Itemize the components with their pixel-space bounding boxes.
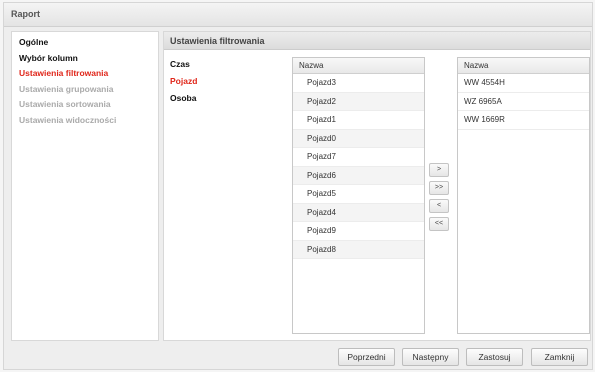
available-items-grid: Nazwa Pojazd3 Pojazd2 Pojazd1 Pojazd0 Po… <box>292 57 425 334</box>
table-row[interactable]: Pojazd8 <box>293 240 424 259</box>
report-dialog: Raport Ogólne Wybór kolumn Ustawienia fi… <box>3 2 593 370</box>
next-button[interactable]: Następny <box>402 348 459 366</box>
nav-item-grouping-settings: Ustawienia grupowania <box>19 83 114 94</box>
move-all-right-button[interactable]: >> <box>429 181 449 195</box>
table-row[interactable]: Pojazd3 <box>293 74 424 93</box>
table-row[interactable]: Pojazd7 <box>293 148 424 167</box>
table-row[interactable]: WW 1669R <box>458 111 589 130</box>
panel-header: Ustawienia filtrowania <box>164 32 590 50</box>
table-row[interactable]: WW 4554H <box>458 74 589 93</box>
apply-button[interactable]: Zastosuj <box>466 348 523 366</box>
dialog-footer: Poprzedni Następny Zastosuj Zamknij <box>4 343 592 370</box>
table-row[interactable]: Pojazd5 <box>293 185 424 204</box>
category-time[interactable]: Czas <box>170 56 280 73</box>
move-right-button[interactable]: > <box>429 163 449 177</box>
table-row[interactable]: Pojazd0 <box>293 129 424 148</box>
table-row[interactable]: Pojazd4 <box>293 203 424 222</box>
nav-item-visibility-settings: Ustawienia widoczności <box>19 114 117 125</box>
filter-settings-panel: Ustawienia filtrowania Czas Pojazd Osoba… <box>163 31 591 341</box>
category-person[interactable]: Osoba <box>170 90 280 107</box>
nav-item-sorting-settings: Ustawienia sortowania <box>19 99 111 109</box>
available-column-header[interactable]: Nazwa <box>293 58 424 74</box>
selected-items-grid: Nazwa WW 4554H WZ 6965A WW 1669R <box>457 57 590 334</box>
close-button[interactable]: Zamknij <box>531 348 588 366</box>
previous-button[interactable]: Poprzedni <box>338 348 395 366</box>
table-row[interactable]: Pojazd1 <box>293 111 424 130</box>
nav-item-general[interactable]: Ogólne <box>12 35 158 51</box>
move-all-left-button[interactable]: << <box>429 217 449 231</box>
dialog-title: Raport <box>4 3 592 27</box>
filter-category-list: Czas Pojazd Osoba <box>170 56 280 107</box>
table-row[interactable]: Pojazd9 <box>293 222 424 241</box>
category-vehicle[interactable]: Pojazd <box>170 73 280 90</box>
sidebar-nav: Ogólne Wybór kolumn Ustawienia filtrowan… <box>11 31 159 341</box>
table-row[interactable]: WZ 6965A <box>458 93 589 111</box>
table-row[interactable]: Pojazd2 <box>293 92 424 111</box>
selected-column-header[interactable]: Nazwa <box>458 58 589 74</box>
nav-item-filter-settings[interactable]: Ustawienia filtrowania <box>12 66 158 82</box>
table-row[interactable]: Pojazd6 <box>293 166 424 185</box>
nav-item-column-selection[interactable]: Wybór kolumn <box>12 51 158 67</box>
move-left-button[interactable]: < <box>429 199 449 213</box>
